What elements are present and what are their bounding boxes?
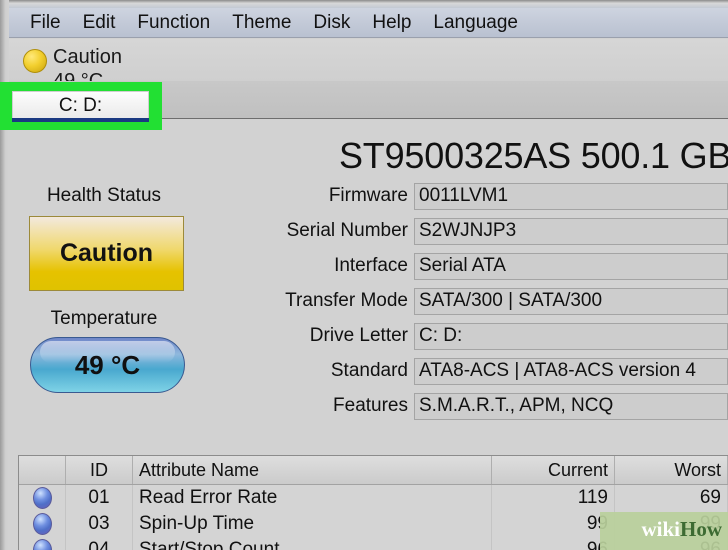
field-value-serial-number: S2WJNJP3	[414, 217, 728, 245]
field-row-interface: Interface Serial ATA	[209, 251, 728, 281]
row-current-cell: 99	[491, 511, 615, 537]
menu-item-help[interactable]: Help	[361, 9, 422, 37]
field-value-interface: Serial ATA	[414, 252, 728, 280]
field-value-features: S.M.A.R.T., APM, NCQ	[414, 392, 728, 420]
menu-item-language[interactable]: Language	[422, 9, 529, 37]
blue-orb-icon	[32, 513, 52, 535]
health-temperature-panel: Health Status Caution Temperature 49 °C	[9, 179, 209, 449]
row-worst-cell: 99	[614, 511, 728, 537]
caution-circle-icon	[23, 49, 47, 73]
field-value-firmware: 0011LVM1	[414, 182, 728, 210]
smart-attributes-table[interactable]: ID Attribute Name Current Worst 01 Read …	[18, 455, 728, 550]
main-content: ST9500325AS 500.1 GB Health Status Cauti…	[9, 119, 728, 450]
tab-drive-c-d[interactable]: C: D:	[12, 91, 149, 120]
menu-item-file[interactable]: File	[19, 9, 72, 37]
row-name-cell: Read Error Rate	[132, 484, 492, 511]
menu-bar: File Edit Function Theme Disk Help Langu…	[9, 8, 728, 38]
drive-model-title: ST9500325AS 500.1 GB	[339, 135, 728, 176]
row-worst-cell: 69	[614, 484, 728, 511]
field-label-drive-letter: Drive Letter	[309, 325, 408, 346]
column-header-worst[interactable]: Worst	[614, 456, 728, 485]
table-header-row: ID Attribute Name Current Worst	[19, 456, 728, 485]
field-value-standard: ATA8-ACS | ATA8-ACS version 4	[414, 357, 728, 385]
row-status-cell	[19, 484, 66, 511]
annotation-highlight-box: C: D:	[0, 82, 162, 130]
field-row-transfer-mode: Transfer Mode SATA/300 | SATA/300	[209, 286, 728, 316]
menu-item-theme[interactable]: Theme	[221, 9, 302, 37]
field-value-transfer-mode: SATA/300 | SATA/300	[414, 287, 728, 315]
field-label-firmware: Firmware	[328, 185, 408, 206]
health-status-button[interactable]: Caution	[29, 216, 184, 291]
menu-item-edit[interactable]: Edit	[72, 9, 127, 37]
row-status-cell	[19, 511, 66, 537]
row-status-cell	[19, 537, 66, 550]
row-current-cell: 96	[491, 537, 615, 550]
field-label-transfer-mode: Transfer Mode	[285, 290, 408, 311]
temperature-label: Temperature	[50, 308, 158, 329]
status-strip-label: Caution	[53, 46, 122, 68]
crystaldiskinfo-window: File Edit Function Theme Disk Help Langu…	[0, 0, 728, 550]
field-row-serial-number: Serial Number S2WJNJP3	[209, 216, 728, 246]
row-id-cell: 03	[65, 511, 133, 537]
field-row-standard: Standard ATA8-ACS | ATA8-ACS version 4	[209, 356, 728, 386]
row-id-cell: 01	[65, 484, 133, 511]
menu-item-function[interactable]: Function	[126, 9, 221, 37]
field-row-firmware: Firmware 0011LVM1	[209, 181, 728, 211]
window-top-edge	[0, 0, 728, 8]
field-label-features: Features	[333, 395, 408, 416]
table-row[interactable]: 01 Read Error Rate 119 69	[19, 484, 728, 511]
table-row[interactable]: 03 Spin-Up Time 99 99	[19, 511, 728, 537]
row-worst-cell: 96	[614, 537, 728, 550]
column-header-id[interactable]: ID	[65, 456, 133, 485]
drive-status-strip: Caution 49 °C	[9, 39, 728, 92]
blue-orb-icon	[32, 487, 52, 509]
field-value-drive-letter: C: D:	[414, 322, 728, 350]
field-row-features: Features S.M.A.R.T., APM, NCQ	[209, 391, 728, 421]
tab-active-indicator	[12, 118, 149, 122]
blue-orb-icon	[32, 539, 52, 550]
column-header-attribute-name[interactable]: Attribute Name	[132, 456, 492, 485]
field-label-interface: Interface	[334, 255, 408, 276]
health-status-label: Health Status	[46, 185, 162, 206]
field-label-serial-number: Serial Number	[286, 220, 408, 241]
row-current-cell: 119	[491, 484, 615, 511]
row-id-cell: 04	[65, 537, 133, 550]
column-header-current[interactable]: Current	[491, 456, 615, 485]
temperature-value: 49 °C	[74, 349, 141, 380]
row-name-cell: Spin-Up Time	[132, 511, 492, 537]
table-row[interactable]: 04 Start/Stop Count 96 96	[19, 537, 728, 550]
row-name-cell: Start/Stop Count	[132, 537, 492, 550]
column-header-status[interactable]	[19, 456, 66, 485]
field-row-drive-letter: Drive Letter C: D:	[209, 321, 728, 351]
menu-item-disk[interactable]: Disk	[302, 9, 361, 37]
temperature-button[interactable]: 49 °C	[30, 337, 185, 393]
tab-drive-label: C: D:	[58, 94, 103, 116]
field-label-standard: Standard	[330, 360, 408, 381]
health-status-value: Caution	[59, 239, 154, 267]
drive-info-fields: Firmware 0011LVM1 Serial Number S2WJNJP3…	[209, 181, 728, 426]
